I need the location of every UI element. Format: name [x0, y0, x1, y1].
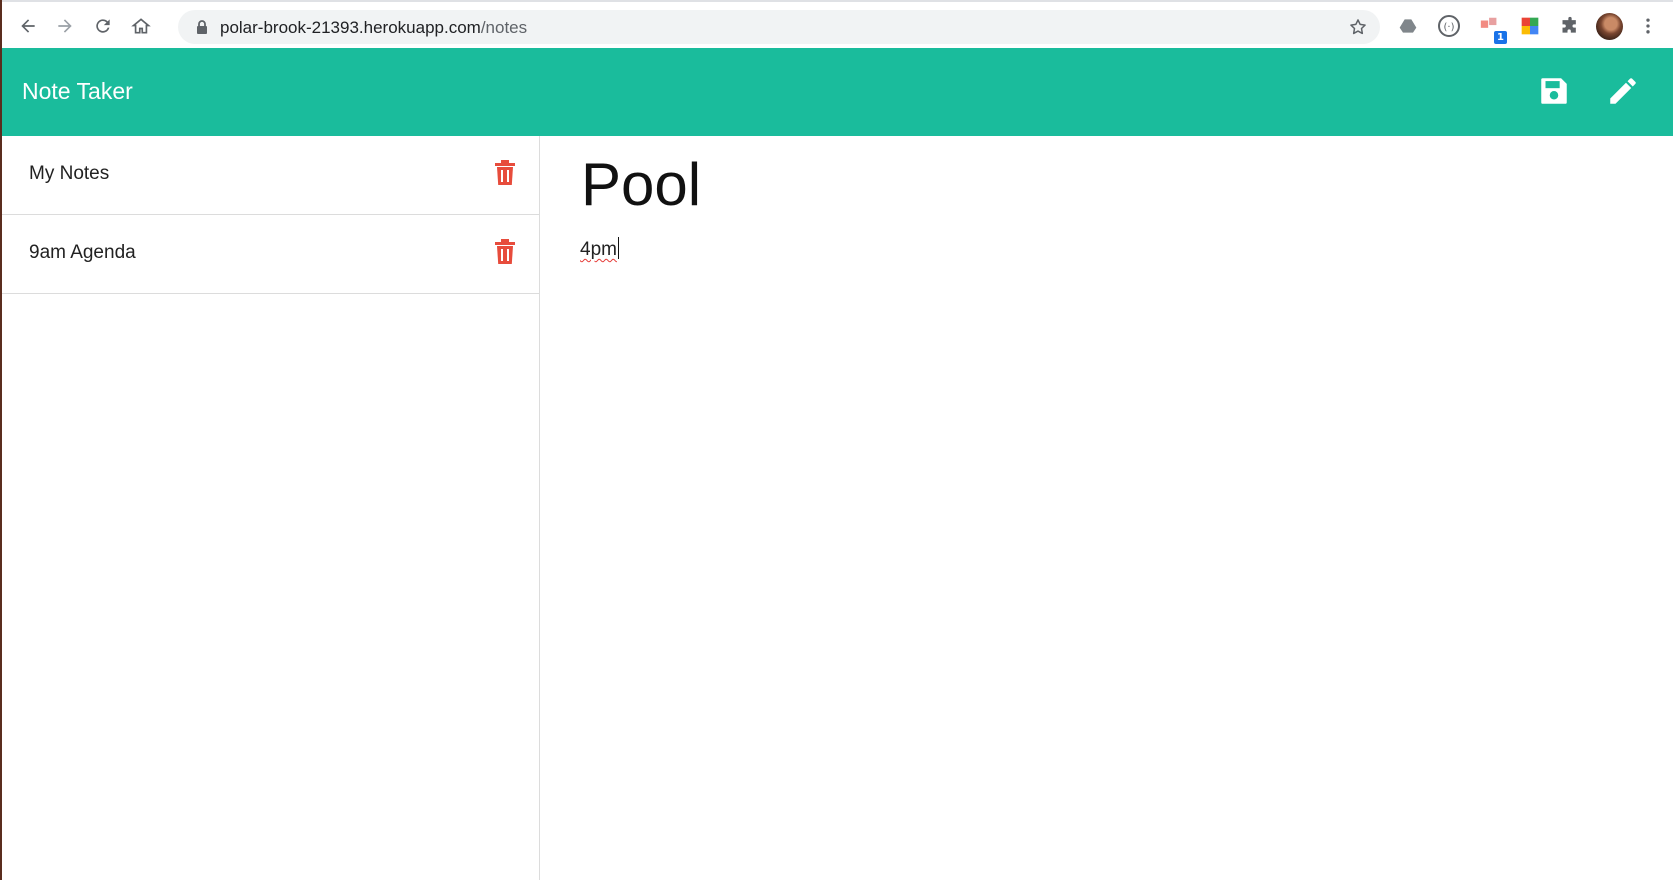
save-icon[interactable] — [1537, 74, 1571, 108]
reload-button[interactable] — [87, 10, 119, 42]
pencil-icon[interactable] — [1606, 74, 1640, 108]
drive-icon — [1399, 19, 1417, 33]
url-path: /notes — [480, 18, 528, 37]
note-title-input[interactable]: Pool — [581, 150, 701, 219]
color-grid-icon — [1521, 17, 1539, 35]
svg-text:(·): (·) — [1444, 22, 1455, 33]
note-editor: Pool 4pm — [541, 136, 1673, 880]
forward-icon — [58, 19, 72, 33]
note-list: My Notes 9am Agenda — [2, 136, 540, 880]
address-bar[interactable]: polar-brook-21393.herokuapp.com/notes — [178, 10, 1380, 44]
color-extension[interactable] — [1518, 14, 1542, 38]
avatar[interactable] — [1596, 13, 1623, 40]
trash-icon[interactable] — [494, 160, 516, 186]
browser-menu-button[interactable] — [1636, 14, 1660, 38]
note-text-input[interactable]: 4pm — [580, 237, 619, 261]
lock-icon — [197, 20, 207, 34]
home-icon — [131, 18, 151, 34]
back-button[interactable] — [12, 10, 44, 42]
circle-extension[interactable]: (·) — [1437, 14, 1461, 38]
menu-icon — [1646, 18, 1650, 34]
url-host: polar-brook-21393.herokuapp.com — [220, 18, 481, 37]
list-item[interactable]: My Notes — [2, 136, 539, 215]
back-icon — [21, 19, 35, 33]
browser-toolbar: polar-brook-21393.herokuapp.com/notes (·… — [2, 0, 1673, 48]
star-icon[interactable] — [1348, 17, 1368, 37]
url-text: polar-brook-21393.herokuapp.com/notes — [220, 18, 527, 38]
badge-extension[interactable]: 1 — [1478, 14, 1507, 44]
extensions-button[interactable] — [1558, 14, 1582, 38]
reload-icon — [96, 19, 110, 33]
note-text: 4pm — [580, 239, 617, 260]
home-button[interactable] — [125, 10, 157, 42]
puzzle-icon — [1562, 16, 1576, 33]
text-caret — [617, 237, 619, 259]
drive-extension[interactable] — [1396, 14, 1420, 38]
list-item[interactable]: 9am Agenda — [2, 215, 539, 294]
app-title[interactable]: Note Taker — [22, 78, 133, 105]
app-navbar: Note Taker — [2, 48, 1673, 136]
note-title[interactable]: My Notes — [29, 163, 109, 185]
note-title[interactable]: 9am Agenda — [29, 242, 136, 264]
forward-button[interactable] — [49, 10, 81, 42]
trash-icon[interactable] — [494, 239, 516, 265]
extension-circle-icon: (·) — [1438, 15, 1460, 37]
extension-badge-count: 1 — [1494, 31, 1507, 44]
